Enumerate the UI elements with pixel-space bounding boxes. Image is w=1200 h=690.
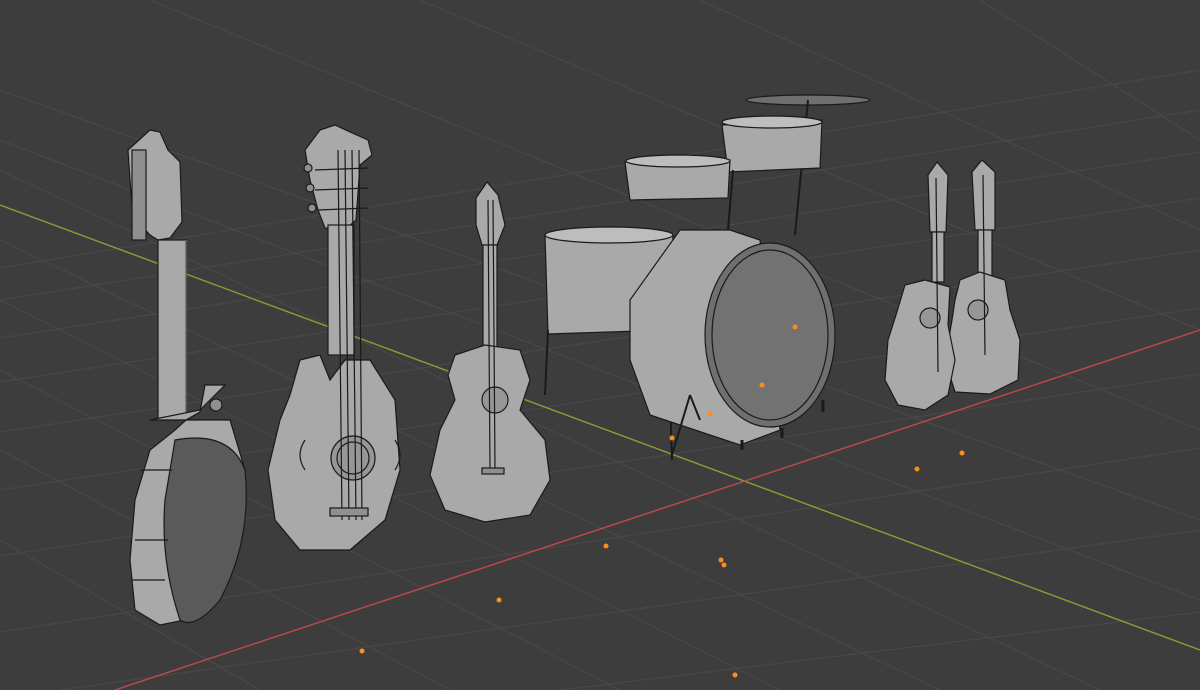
origin-dot — [707, 411, 713, 417]
origin-dot — [359, 648, 365, 654]
origin-dot — [718, 557, 724, 563]
3d-viewport[interactable] — [0, 0, 1200, 690]
origin-dot — [496, 597, 502, 603]
origin-dot — [959, 450, 965, 456]
origin-dot — [792, 324, 798, 330]
origin-dot — [603, 543, 609, 549]
origin-dot — [721, 562, 727, 568]
origin-dot — [914, 466, 920, 472]
origin-dot — [732, 672, 738, 678]
origin-dot — [669, 435, 675, 441]
origin-dot — [759, 382, 765, 388]
